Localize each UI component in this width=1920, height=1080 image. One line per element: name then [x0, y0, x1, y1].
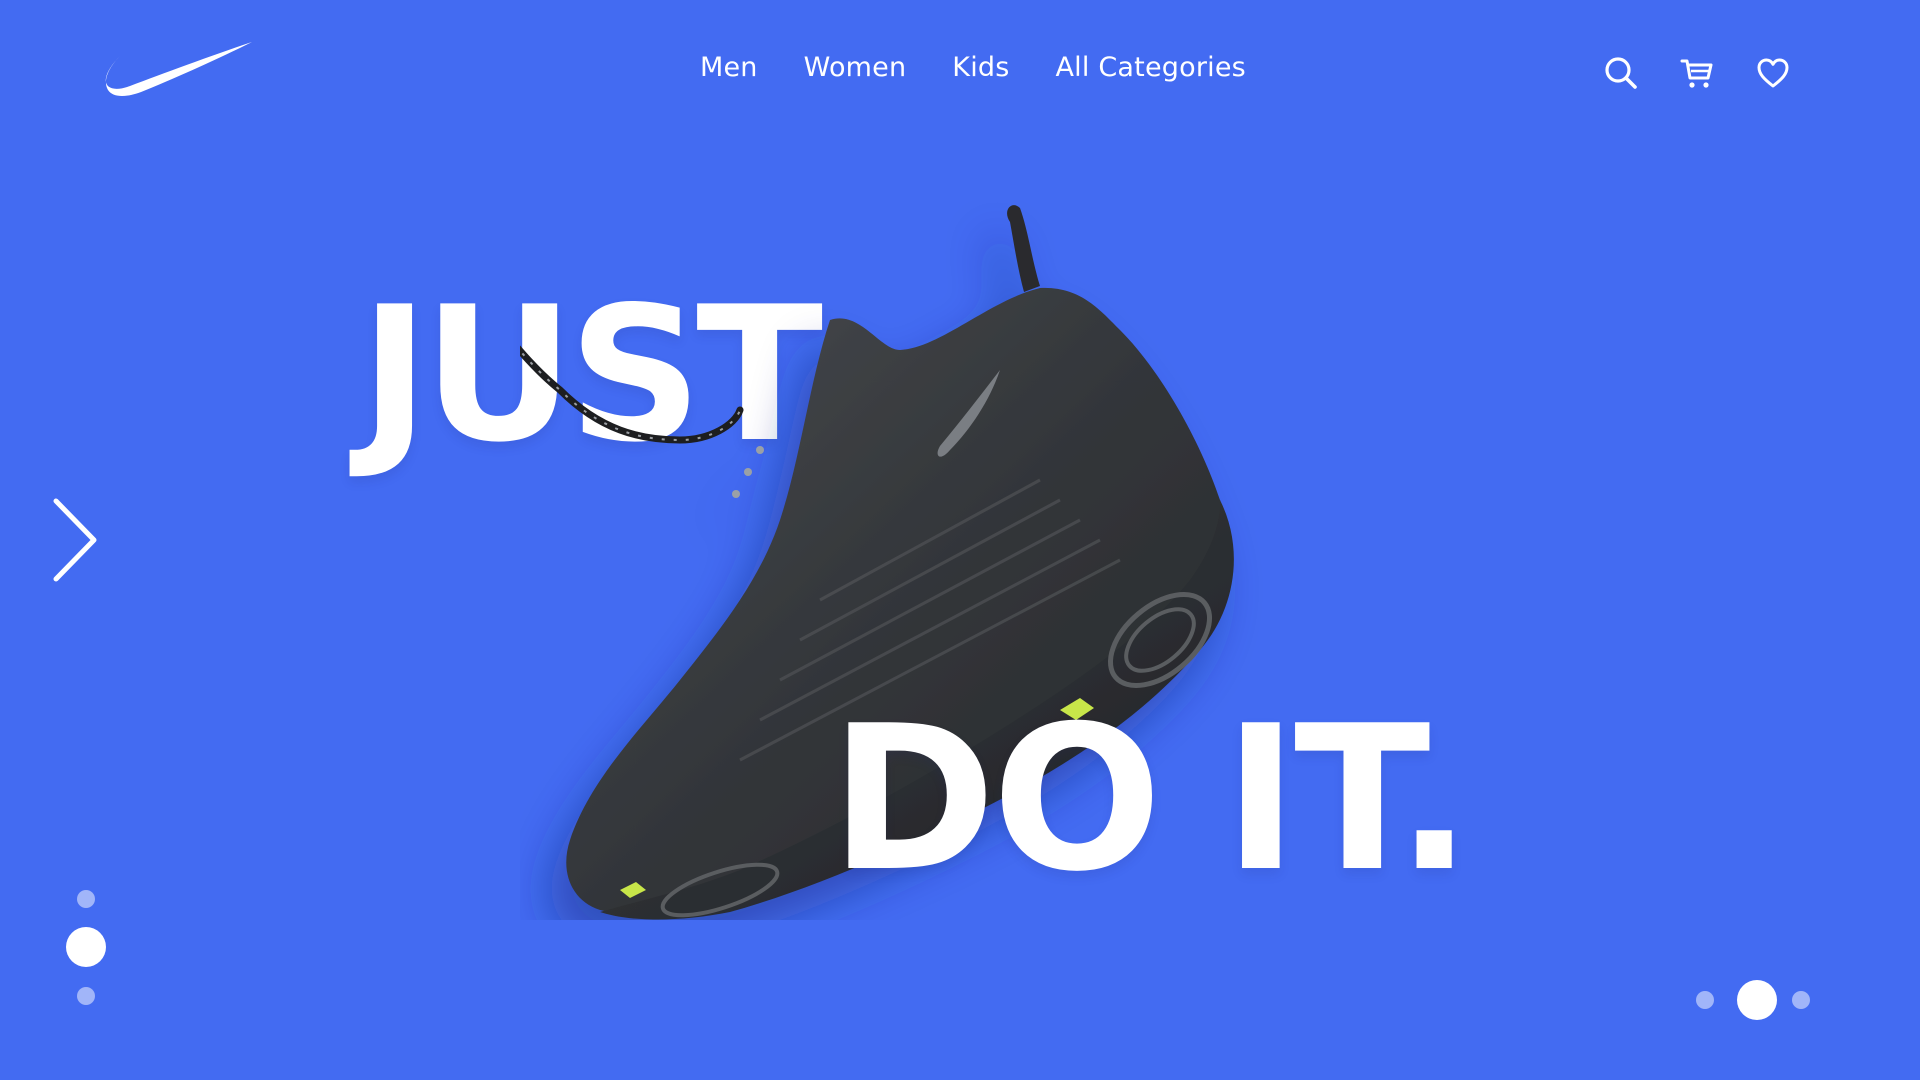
search-icon[interactable]	[1604, 56, 1638, 90]
main-nav: Men Women Kids All Categories	[700, 46, 1246, 90]
hero-headline-do-it: DO IT.	[830, 683, 1472, 916]
nav-item-all-categories[interactable]: All Categories	[1056, 46, 1246, 90]
heart-icon[interactable]	[1756, 56, 1790, 90]
horizontal-dot-3[interactable]	[1792, 991, 1810, 1009]
horizontal-dot-2-active[interactable]	[1737, 980, 1777, 1020]
horizontal-pagination	[1696, 978, 1816, 1022]
chevron-right-icon[interactable]	[48, 495, 108, 585]
swoosh-logo-icon[interactable]	[100, 36, 260, 100]
hero-page: Men Women Kids All Categories JUST DO IT…	[0, 0, 1920, 1080]
nav-item-women[interactable]: Women	[804, 46, 907, 90]
horizontal-dot-1[interactable]	[1696, 991, 1714, 1009]
cart-icon[interactable]	[1680, 56, 1714, 90]
vertical-pagination	[64, 890, 108, 1010]
vertical-dot-3[interactable]	[77, 987, 95, 1005]
nav-item-men[interactable]: Men	[700, 46, 758, 90]
vertical-dot-1[interactable]	[77, 890, 95, 908]
nav-item-kids[interactable]: Kids	[952, 46, 1009, 90]
vertical-dot-2-active[interactable]	[66, 927, 106, 967]
header-actions	[1604, 56, 1790, 90]
